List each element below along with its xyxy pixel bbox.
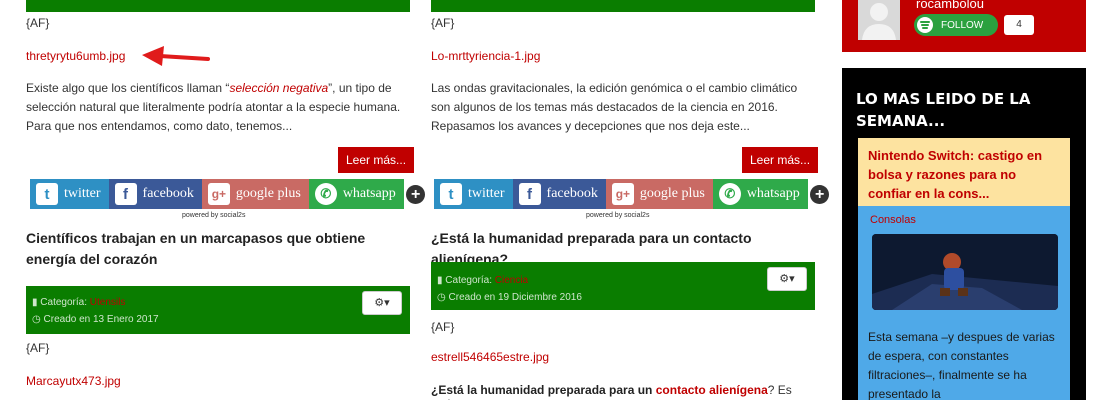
- whatsapp-label: whatsapp: [746, 186, 800, 201]
- social2s-brand: social2s: [220, 212, 246, 219]
- user-silhouette-icon: [858, 0, 900, 40]
- middle-facebook-button[interactable]: f facebook: [512, 179, 606, 209]
- facebook-label: facebook: [546, 186, 598, 201]
- powered-label: powered by: [586, 212, 623, 219]
- left-google-plus-button[interactable]: g+ google plus: [201, 179, 309, 209]
- plus-icon: +: [810, 184, 830, 204]
- left-read-more-button[interactable]: Leer más...: [338, 147, 415, 173]
- left-image-link-2[interactable]: Marcayutx473.jpg: [26, 374, 121, 388]
- category-label: Categoría:: [40, 297, 87, 308]
- google-plus-label: google plus: [639, 186, 705, 201]
- left-category-link[interactable]: Utensils: [90, 297, 126, 308]
- twitter-icon: t: [440, 183, 462, 205]
- left-facebook-button[interactable]: f facebook: [108, 179, 202, 209]
- google-plus-icon: g+: [207, 183, 230, 205]
- whatsapp-icon: ✆: [718, 183, 741, 205]
- left-excerpt-highlight: selección negativa: [229, 81, 329, 95]
- middle-whatsapp-button[interactable]: ✆ whatsapp: [712, 179, 808, 209]
- left-af-placeholder-2: {AF}: [26, 341, 50, 355]
- middle-twitter-button[interactable]: t twitter: [434, 179, 513, 209]
- middle-more-share-button[interactable]: +: [808, 179, 832, 209]
- powered-label: powered by: [182, 212, 219, 219]
- middle-powered-by: powered by social2s: [586, 212, 649, 219]
- follow-count: 4: [1004, 15, 1034, 35]
- google-plus-label: google plus: [235, 186, 301, 201]
- left-af-placeholder: {AF}: [26, 16, 50, 30]
- left-excerpt: Existe algo que los científicos llaman “…: [26, 79, 410, 136]
- social2s-brand: social2s: [624, 212, 650, 219]
- most-read-card: Nintendo Switch: castigo en bolsa y razo…: [858, 138, 1070, 400]
- middle-af-placeholder-2: {AF}: [431, 320, 455, 334]
- middle-created-date: Creado en 19 Diciembre 2016: [448, 292, 582, 303]
- middle-body-text: ¿Está la humanidad preparada para un con…: [431, 383, 815, 400]
- follow-label: FOLLOW: [941, 19, 984, 31]
- twitter-label: twitter: [64, 186, 101, 201]
- middle-meta-created: ◷ Creado en 19 Diciembre 2016: [437, 292, 582, 303]
- whatsapp-label: whatsapp: [342, 186, 396, 201]
- left-created-date: Creado en 13 Enero 2017: [43, 314, 159, 325]
- middle-meta-category: ▮ Categoría: Ciencia: [437, 275, 529, 286]
- category-label: Categoría:: [445, 275, 492, 286]
- left-image-link[interactable]: thretyrytu6umb.jpg: [26, 49, 125, 63]
- facebook-label: facebook: [142, 186, 194, 201]
- google-plus-icon: g+: [611, 183, 634, 205]
- left-meta-created: ◷ Creado en 13 Enero 2017: [32, 314, 159, 325]
- middle-body-link[interactable]: contacto alienígena: [656, 383, 768, 397]
- gear-icon: ⚙▾: [779, 273, 795, 285]
- left-twitter-button[interactable]: t twitter: [30, 179, 109, 209]
- gear-icon: ⚙▾: [374, 297, 390, 309]
- left-more-share-button[interactable]: +: [404, 179, 428, 209]
- left-article-title[interactable]: Científicos trabajan en un marcapasos qu…: [26, 228, 410, 270]
- twitter-label: twitter: [468, 186, 505, 201]
- middle-image-link[interactable]: Lo-mrttyriencia-1.jpg: [431, 49, 540, 63]
- most-read-card-excerpt: Esta semana –y despues de varias de espe…: [868, 330, 1055, 400]
- left-meta-bar: ▮ Categoría: Utensils ◷ Creado en 13 Ene…: [26, 286, 410, 334]
- middle-share-bar: t twitter f facebook g+ google plus ✆ whatsa…: [434, 179, 832, 209]
- most-read-card-image[interactable]: [872, 234, 1058, 310]
- middle-excerpt: Las ondas gravitacionales, la edición ge…: [431, 81, 798, 133]
- game-scene-image: [872, 234, 1058, 310]
- left-top-green-bar: [26, 0, 410, 12]
- left-share-bar: t twitter f facebook g+ google plus ✆ whatsa…: [30, 179, 428, 209]
- red-arrow-annotation: [142, 46, 210, 66]
- middle-meta-bar: ▮ Categoría: Ciencia ◷ Creado en 19 Dici…: [431, 262, 815, 310]
- facebook-icon: f: [518, 183, 541, 205]
- left-whatsapp-button[interactable]: ✆ whatsapp: [308, 179, 404, 209]
- most-read-card-category[interactable]: Consolas: [870, 214, 916, 226]
- middle-read-more-button[interactable]: Leer más...: [742, 147, 819, 173]
- middle-body-start: ¿Está la humanidad preparada para un: [431, 383, 656, 397]
- left-powered-by: powered by social2s: [182, 212, 245, 219]
- plus-icon: +: [406, 184, 426, 204]
- most-read-heading: LO MAS LEIDO DE LA SEMANA...: [856, 90, 1031, 130]
- follow-button[interactable]: FOLLOW: [914, 14, 998, 36]
- middle-google-plus-button[interactable]: g+ google plus: [605, 179, 713, 209]
- middle-top-green-bar: [431, 0, 815, 12]
- facebook-icon: f: [114, 183, 137, 205]
- most-read-card-title[interactable]: Nintendo Switch: castigo en bolsa y razo…: [858, 138, 1070, 206]
- left-excerpt-start: Existe algo que los científicos llaman “: [26, 81, 230, 95]
- twitter-icon: t: [36, 183, 58, 205]
- avatar: [858, 0, 900, 40]
- sidebar-profile-box: rocambolou FOLLOW 4: [842, 0, 1086, 52]
- middle-gear-dropdown[interactable]: ⚙▾: [767, 267, 807, 291]
- left-gear-dropdown[interactable]: ⚙▾: [362, 291, 402, 315]
- whatsapp-icon: ✆: [314, 183, 337, 205]
- middle-af-placeholder: {AF}: [431, 16, 455, 30]
- middle-category-link[interactable]: Ciencia: [495, 275, 528, 286]
- most-read-widget: LO MAS LEIDO DE LA SEMANA... Nintendo Sw…: [842, 68, 1086, 400]
- spotify-icon: [917, 17, 933, 33]
- middle-image-link-2[interactable]: estrell546465estre.jpg: [431, 350, 549, 364]
- sidebar-username[interactable]: rocambolou: [916, 0, 984, 11]
- left-meta-category: ▮ Categoría: Utensils: [32, 297, 126, 308]
